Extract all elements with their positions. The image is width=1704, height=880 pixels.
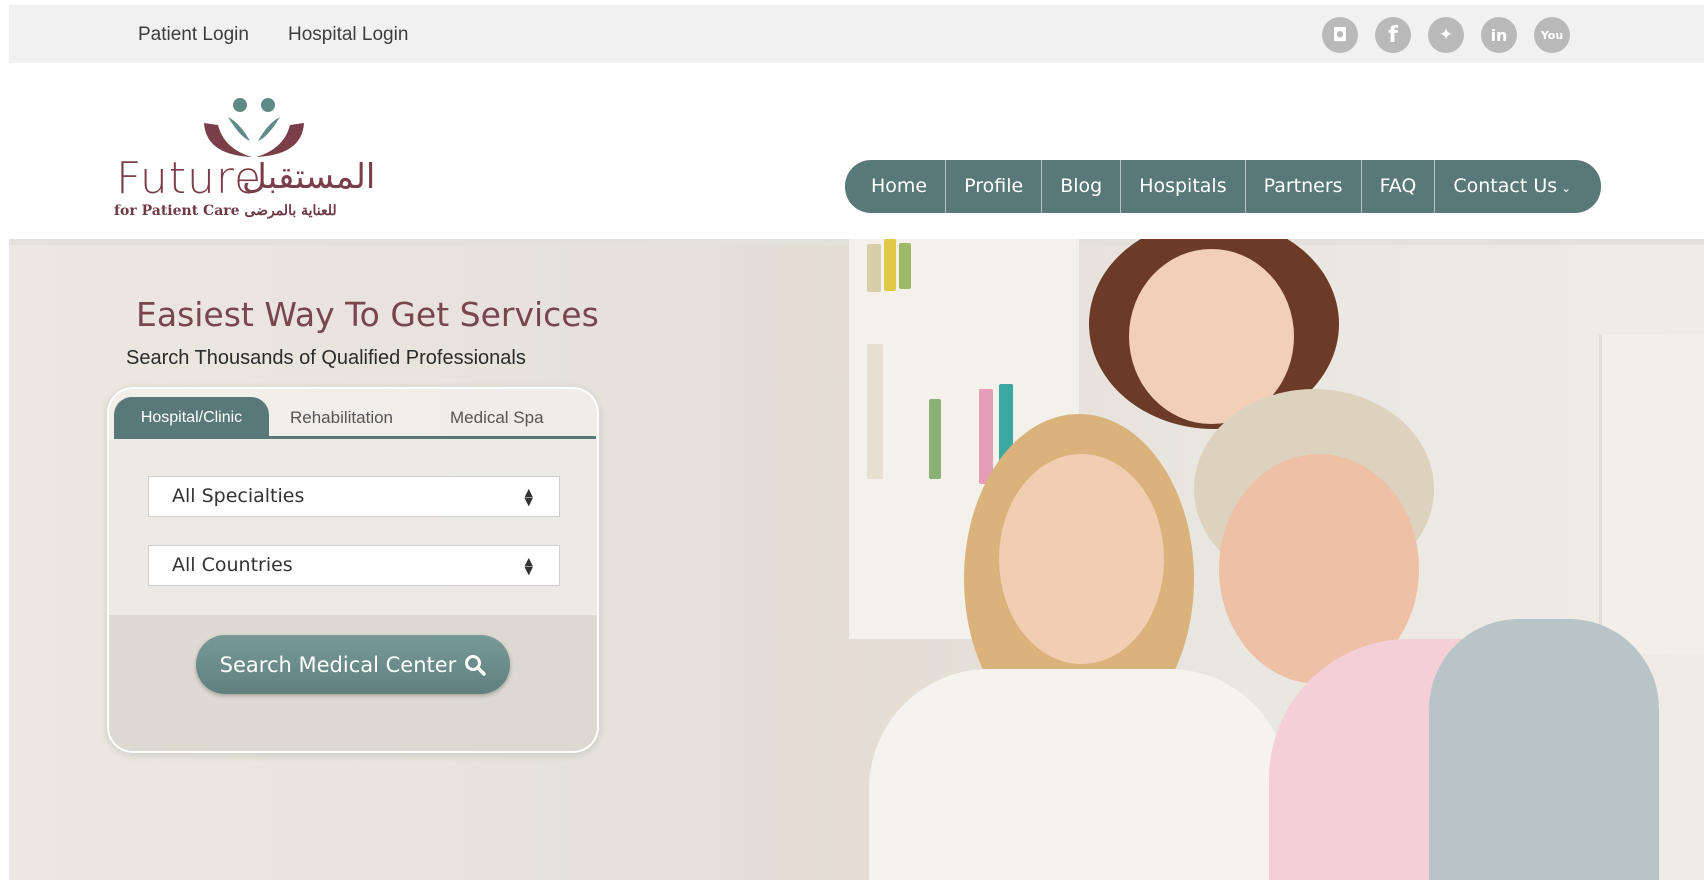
- main-nav: Home Profile Blog Hospitals Partners FAQ…: [845, 160, 1602, 213]
- nav-home[interactable]: Home: [853, 160, 945, 213]
- person-face: [999, 454, 1164, 664]
- person-cardigan: [1429, 619, 1659, 880]
- countries-select-value: All Countries: [172, 554, 293, 576]
- hospital-login-link[interactable]: Hospital Login: [288, 24, 408, 46]
- hero-subtitle: Search Thousands of Qualified Profession…: [126, 347, 526, 369]
- countries-select[interactable]: All Countries ▲ ▼: [148, 545, 560, 586]
- book: [929, 399, 941, 479]
- search-button-label: Search Medical Center: [219, 652, 457, 677]
- tab-medical-spa[interactable]: Medical Spa: [450, 397, 544, 438]
- person-shirt: [869, 669, 1289, 880]
- select-arrows-icon: ▲ ▼: [524, 485, 533, 508]
- book: [979, 389, 993, 484]
- twitter-icon[interactable]: ✦: [1428, 17, 1464, 53]
- book: [867, 344, 883, 479]
- logo-arabic-wordmark: المستقبل: [242, 157, 376, 197]
- instagram-icon[interactable]: ◘: [1322, 17, 1358, 53]
- site-logo[interactable]: Future المستقبل for Patient Care للعناية…: [114, 93, 394, 228]
- book: [867, 244, 881, 292]
- header: Future المستقبل for Patient Care للعناية…: [9, 63, 1704, 239]
- tab-rehabilitation[interactable]: Rehabilitation: [290, 397, 393, 438]
- hero-banner: Easiest Way To Get Services Search Thous…: [9, 239, 1704, 880]
- nav-hospitals[interactable]: Hospitals: [1120, 160, 1244, 213]
- hero-title: Easiest Way To Get Services: [136, 295, 599, 334]
- book: [899, 243, 911, 289]
- nav-contact-us-label: Contact Us: [1453, 175, 1558, 197]
- nav-contact-us[interactable]: Contact Us ⌄: [1434, 160, 1589, 213]
- nav-faq[interactable]: FAQ: [1360, 160, 1435, 213]
- search-panel: Hospital/Clinic Rehabilitation Medical S…: [107, 387, 599, 753]
- top-bar: Patient Login Hospital Login ◘ f ✦ in Yo…: [9, 5, 1704, 63]
- search-actions: Search Medical Center: [109, 615, 597, 751]
- logo-wordmark: Future: [116, 153, 263, 204]
- nav-blog[interactable]: Blog: [1041, 160, 1120, 213]
- search-tabs: Hospital/Clinic Rehabilitation Medical S…: [109, 389, 597, 439]
- book: [884, 239, 896, 291]
- specialties-select-value: All Specialties: [172, 485, 305, 507]
- nav-partners[interactable]: Partners: [1244, 160, 1361, 213]
- cabinet: [1599, 334, 1704, 654]
- specialties-select[interactable]: All Specialties ▲ ▼: [148, 476, 560, 517]
- search-filters: All Specialties ▲ ▼ All Countries ▲ ▼: [109, 439, 597, 615]
- nav-profile[interactable]: Profile: [945, 160, 1041, 213]
- linkedin-icon[interactable]: in: [1481, 17, 1517, 53]
- youtube-icon[interactable]: You: [1534, 17, 1570, 53]
- search-icon: [465, 654, 487, 676]
- search-medical-center-button[interactable]: Search Medical Center: [196, 635, 510, 694]
- patient-login-link[interactable]: Patient Login: [138, 24, 249, 46]
- chevron-down-icon: ⌄: [1561, 181, 1572, 195]
- facebook-icon[interactable]: f: [1375, 17, 1411, 53]
- page: Patient Login Hospital Login ◘ f ✦ in Yo…: [0, 0, 1704, 880]
- tab-hospital-clinic[interactable]: Hospital/Clinic: [114, 397, 269, 438]
- logo-tagline: for Patient Care للعناية بالمرضى: [114, 203, 337, 219]
- select-arrows-icon: ▲ ▼: [524, 554, 533, 577]
